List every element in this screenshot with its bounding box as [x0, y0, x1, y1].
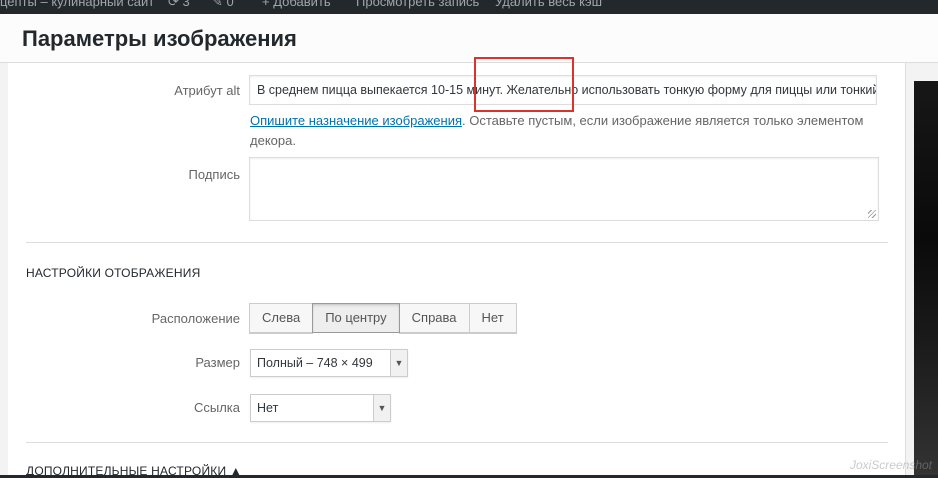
size-select-value: Полный – 748 × 499	[257, 356, 373, 370]
size-select[interactable]: Полный – 748 × 499 ▼	[250, 349, 408, 377]
alt-help-text: Опишите назначение изображения. Оставьте…	[250, 111, 880, 151]
divider	[26, 242, 888, 243]
chevron-down-icon: ▼	[390, 350, 407, 376]
alt-label: Атрибут alt	[174, 83, 240, 98]
resize-grip-icon[interactable]	[868, 210, 876, 218]
admin-bar-site-name[interactable]: цепты – кулинарный сайт	[0, 0, 154, 9]
align-right-button[interactable]: Справа	[398, 303, 470, 333]
modal-title: Параметры изображения	[22, 26, 297, 51]
settings-panel: Атрибут alt В среднем пицца выпекается 1…	[8, 57, 906, 478]
admin-bar-view-post[interactable]: Просмотреть запись	[356, 0, 479, 9]
link-select[interactable]: Нет ▼	[250, 394, 391, 422]
display-settings-heading: НАСТРОЙКИ ОТОБРАЖЕНИЯ	[26, 266, 201, 280]
advanced-settings-toggle[interactable]: ДОПОЛНИТЕЛЬНЫЕ НАСТРОЙКИ ▲	[26, 464, 242, 478]
align-center-button[interactable]: По центру	[312, 303, 400, 333]
align-none-button[interactable]: Нет	[468, 303, 517, 333]
size-label: Размер	[195, 355, 240, 370]
modal-body: Атрибут alt В среднем пицца выпекается 1…	[0, 57, 938, 478]
align-left-button[interactable]: Слева	[249, 303, 314, 333]
chevron-down-icon: ▼	[373, 395, 390, 421]
alignment-button-group: Слева По центру Справа Нет	[249, 303, 517, 333]
add-new-label: Добавить	[273, 0, 331, 9]
admin-bar: цепты – кулинарный сайт ⟳ 3 ✎ 0 + Добави…	[0, 0, 938, 14]
link-select-value: Нет	[257, 401, 279, 415]
annotation-highlight-box	[474, 57, 574, 112]
alignment-label: Расположение	[151, 311, 240, 326]
caption-label: Подпись	[188, 167, 240, 182]
divider	[26, 442, 888, 443]
alt-help-link[interactable]: Опишите назначение изображения	[250, 113, 462, 128]
watermark: JoxiScreenshot	[849, 458, 932, 472]
image-details-modal: Параметры изображения Атрибут alt В сред…	[0, 14, 938, 478]
admin-bar-clear-cache[interactable]: Удалить весь кэш	[495, 0, 602, 9]
admin-bar-add-new[interactable]: + Добавить	[262, 0, 331, 9]
image-preview-pane	[906, 63, 938, 475]
modal-header: Параметры изображения	[0, 14, 938, 63]
image-preview	[914, 81, 938, 475]
caption-textarea[interactable]	[249, 157, 879, 221]
comments-count: 0	[226, 0, 234, 9]
link-label: Ссылка	[193, 400, 240, 415]
updates-count: 3	[182, 0, 190, 9]
updates-icon[interactable]: ⟳ 3	[168, 0, 190, 10]
comments-icon[interactable]: ✎ 0	[212, 0, 234, 10]
